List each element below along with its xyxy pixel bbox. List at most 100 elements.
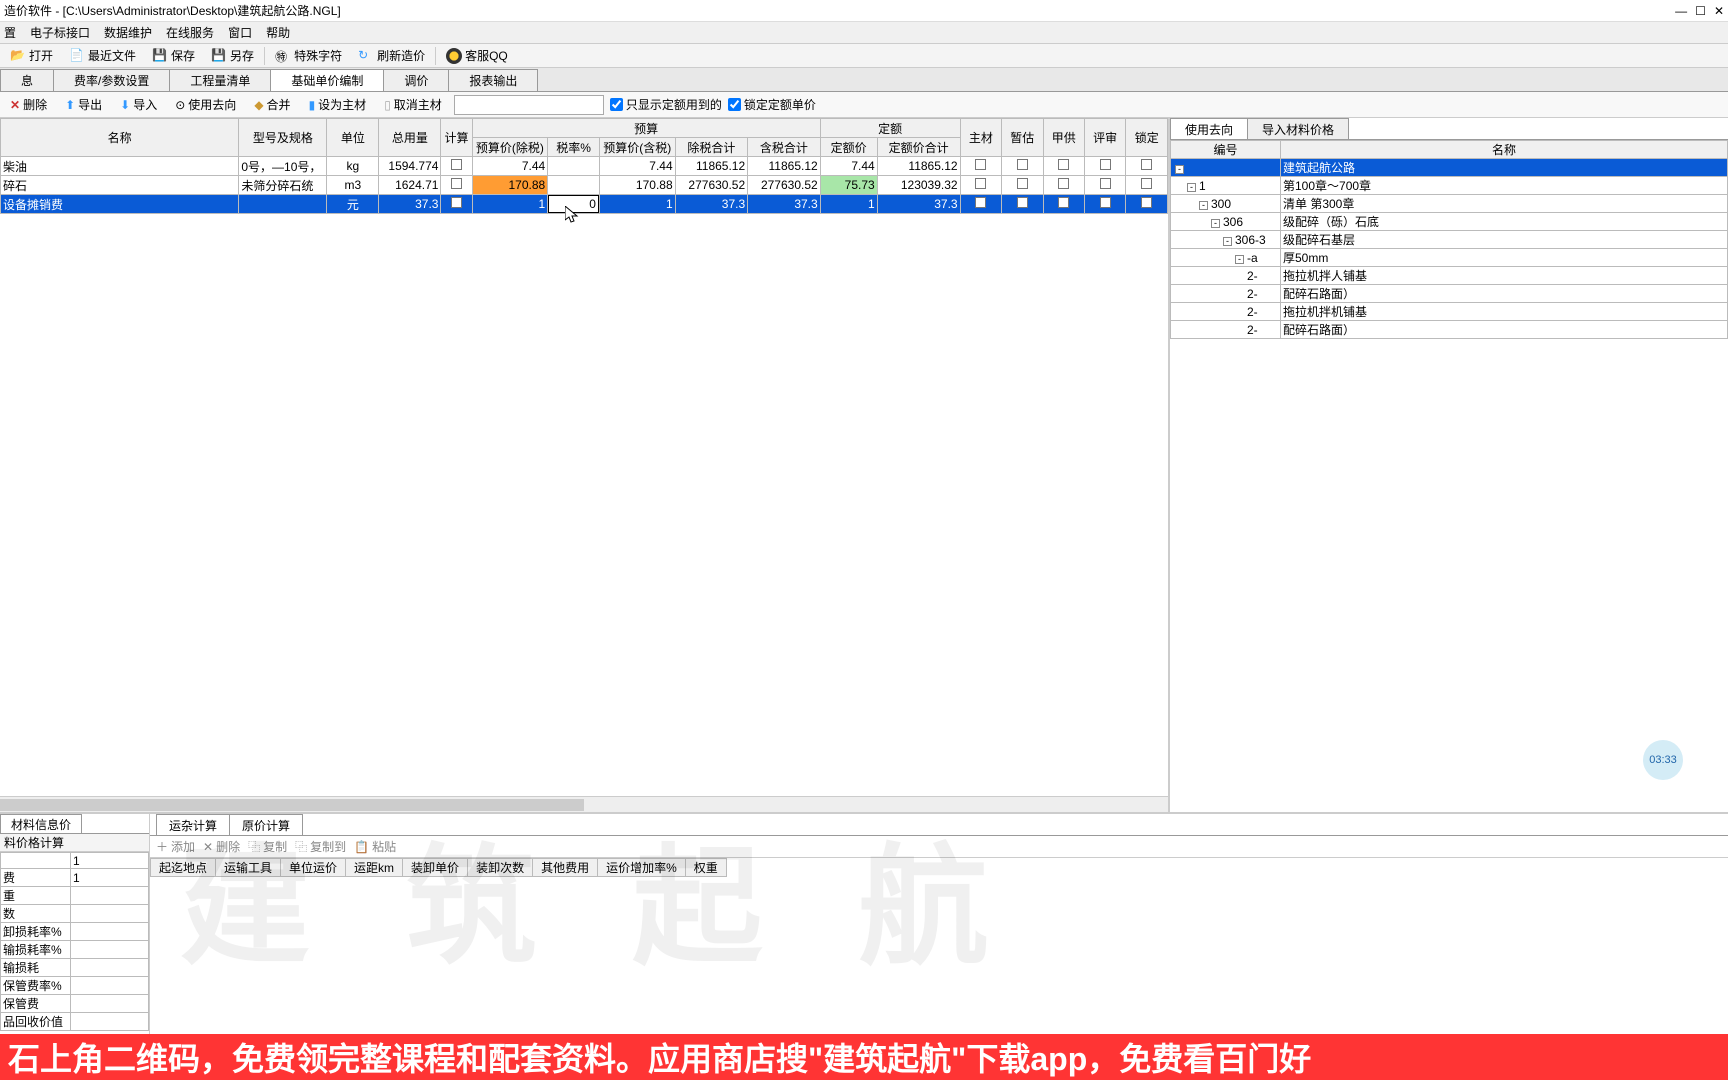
checkbox[interactable] (451, 159, 462, 170)
col-temp[interactable]: 暂估 (1002, 119, 1043, 157)
tree-row[interactable]: --a厚50mm (1171, 249, 1728, 267)
col-spec[interactable]: 型号及规格 (239, 119, 327, 157)
paste-button[interactable]: 📋粘贴 (354, 838, 396, 855)
col-p1[interactable]: 预算价(除税) (472, 138, 548, 157)
col-name[interactable]: 名称 (1, 119, 239, 157)
freight-col[interactable]: 运距km (346, 859, 403, 877)
freight-col[interactable]: 运价增加率% (598, 859, 686, 877)
checkbox[interactable] (451, 197, 462, 208)
saveas-button[interactable]: 💾另存 (205, 46, 260, 66)
maximize-button[interactable]: ☐ (1695, 4, 1706, 18)
tree-row[interactable]: -306-3级配碎石基层 (1171, 231, 1728, 249)
tax-input[interactable] (548, 195, 599, 213)
menu-item[interactable]: 电子标接口 (30, 24, 90, 41)
minimize-button[interactable]: — (1675, 4, 1687, 18)
bltab-info[interactable]: 材料信息价 (0, 814, 82, 833)
rtab-usage[interactable]: 使用去向 (1170, 118, 1248, 139)
tree-expander[interactable]: - (1235, 255, 1244, 264)
checkbox[interactable] (975, 159, 986, 170)
table-row[interactable]: 碎石未筛分碎石统m31624.71170.88170.88277630.5227… (1, 176, 1168, 195)
col-main[interactable]: 主材 (960, 119, 1001, 157)
checkbox[interactable] (1141, 159, 1152, 170)
freight-col[interactable]: 单位运价 (281, 859, 346, 877)
checkbox[interactable] (1100, 178, 1111, 189)
col-unit[interactable]: 单位 (327, 119, 379, 157)
tree-row[interactable]: -300清单 第300章 (1171, 195, 1728, 213)
import-button[interactable]: ⬇导入 (114, 95, 163, 115)
freight-col[interactable]: 其他费用 (533, 859, 598, 877)
menu-item[interactable]: 帮助 (266, 24, 290, 41)
freight-col[interactable]: 装卸次数 (468, 859, 533, 877)
menu-item[interactable]: 窗口 (228, 24, 252, 41)
tree-expander[interactable]: - (1199, 201, 1208, 210)
col-s1[interactable]: 除税合计 (675, 138, 748, 157)
search-input[interactable] (454, 95, 604, 115)
tree-col-id[interactable]: 编号 (1171, 141, 1281, 159)
checkbox[interactable] (975, 178, 986, 189)
tab-report[interactable]: 报表输出 (448, 69, 538, 91)
tree-row[interactable]: 2-配碎石路面） (1171, 285, 1728, 303)
horizontal-scrollbar[interactable] (0, 796, 1168, 812)
table-row[interactable]: 柴油0号，—10号，kg1594.7747.447.4411865.121186… (1, 157, 1168, 176)
tree-col-name[interactable]: 名称 (1281, 141, 1728, 159)
tab-baseprice[interactable]: 基础单价编制 (270, 69, 384, 91)
tree-expander[interactable]: - (1211, 219, 1220, 228)
usage-tree[interactable]: 编号 名称 -建筑起航公路-1第100章～700章-300清单 第300章-30… (1170, 140, 1728, 339)
tree-row[interactable]: -1第100章～700章 (1171, 177, 1728, 195)
freight-col[interactable]: 运输工具 (216, 859, 281, 877)
tab-params[interactable]: 费率/参数设置 (53, 69, 170, 91)
tree-expander[interactable]: - (1175, 165, 1184, 174)
col-lock[interactable]: 锁定 (1126, 119, 1168, 157)
freight-grid[interactable]: 起迄地点运输工具单位运价运距km装卸单价装卸次数其他费用运价增加率%权重 (150, 858, 727, 877)
checkbox[interactable] (1141, 197, 1152, 208)
col-s2[interactable]: 含税合计 (748, 138, 821, 157)
col-q1[interactable]: 定额价 (820, 138, 877, 157)
checkbox[interactable] (1100, 197, 1111, 208)
add-button[interactable]: ＋添加 (156, 838, 195, 855)
price-calc-grid[interactable]: 1费1重数卸损耗率%输损耗率%输损耗保管费率%保管费品回收价值 (0, 852, 149, 1031)
checkbox[interactable] (451, 178, 462, 189)
copy-button[interactable]: ⿻复制 (248, 838, 287, 855)
menu-item[interactable]: 数据维护 (104, 24, 152, 41)
merge-button[interactable]: ◆合并 (248, 95, 296, 115)
brtab-origprice[interactable]: 原价计算 (229, 814, 303, 835)
checkbox[interactable] (975, 197, 986, 208)
freight-col[interactable]: 起迄地点 (151, 859, 216, 877)
checkbox[interactable] (1017, 197, 1028, 208)
checkbox[interactable] (1017, 178, 1028, 189)
checkbox[interactable] (1141, 178, 1152, 189)
menu-item[interactable]: 在线服务 (166, 24, 214, 41)
show-quota-only-check[interactable]: 只显示定额用到的 (610, 96, 722, 113)
tab-qty[interactable]: 工程量清单 (169, 69, 271, 91)
menu-item[interactable]: 置 (4, 24, 16, 41)
col-review[interactable]: 评审 (1084, 119, 1125, 157)
brtab-freight[interactable]: 运杂计算 (156, 814, 230, 835)
tree-expander[interactable]: - (1187, 183, 1196, 192)
tree-row[interactable]: -建筑起航公路 (1171, 159, 1728, 177)
tree-row[interactable]: -306级配碎（砾）石底 (1171, 213, 1728, 231)
recent-button[interactable]: 📄最近文件 (63, 46, 142, 66)
setmain-button[interactable]: ▮设为主材 (303, 95, 373, 115)
delete-button[interactable]: ✕删除 (4, 95, 53, 115)
tree-row[interactable]: 2-配碎石路面） (1171, 321, 1728, 339)
tab-info[interactable]: 息 (0, 69, 54, 91)
special-char-button[interactable]: ㊕特殊字符 (269, 46, 348, 66)
checkbox[interactable] (1058, 178, 1069, 189)
export-button[interactable]: ⬆导出 (59, 95, 108, 115)
tree-expander[interactable]: - (1223, 237, 1232, 246)
tab-adjust[interactable]: 调价 (383, 69, 449, 91)
freight-col[interactable]: 装卸单价 (403, 859, 468, 877)
col-tax[interactable]: 税率% (548, 138, 600, 157)
close-button[interactable]: ✕ (1714, 4, 1724, 18)
table-row[interactable]: 设备摊销费元37.31137.337.3137.3 (1, 195, 1168, 214)
lock-quota-price-check[interactable]: 锁定定额单价 (728, 96, 816, 113)
qq-support-button[interactable]: 客服QQ (440, 46, 514, 66)
checkbox[interactable] (1100, 159, 1111, 170)
save-button[interactable]: 💾保存 (146, 46, 201, 66)
col-totalqty[interactable]: 总用量 (379, 119, 441, 157)
rtab-import[interactable]: 导入材料价格 (1247, 118, 1349, 139)
col-owner[interactable]: 甲供 (1043, 119, 1084, 157)
checkbox[interactable] (1058, 159, 1069, 170)
freight-col[interactable]: 权重 (685, 859, 726, 877)
copyto-button[interactable]: ⿻复制到 (295, 838, 346, 855)
